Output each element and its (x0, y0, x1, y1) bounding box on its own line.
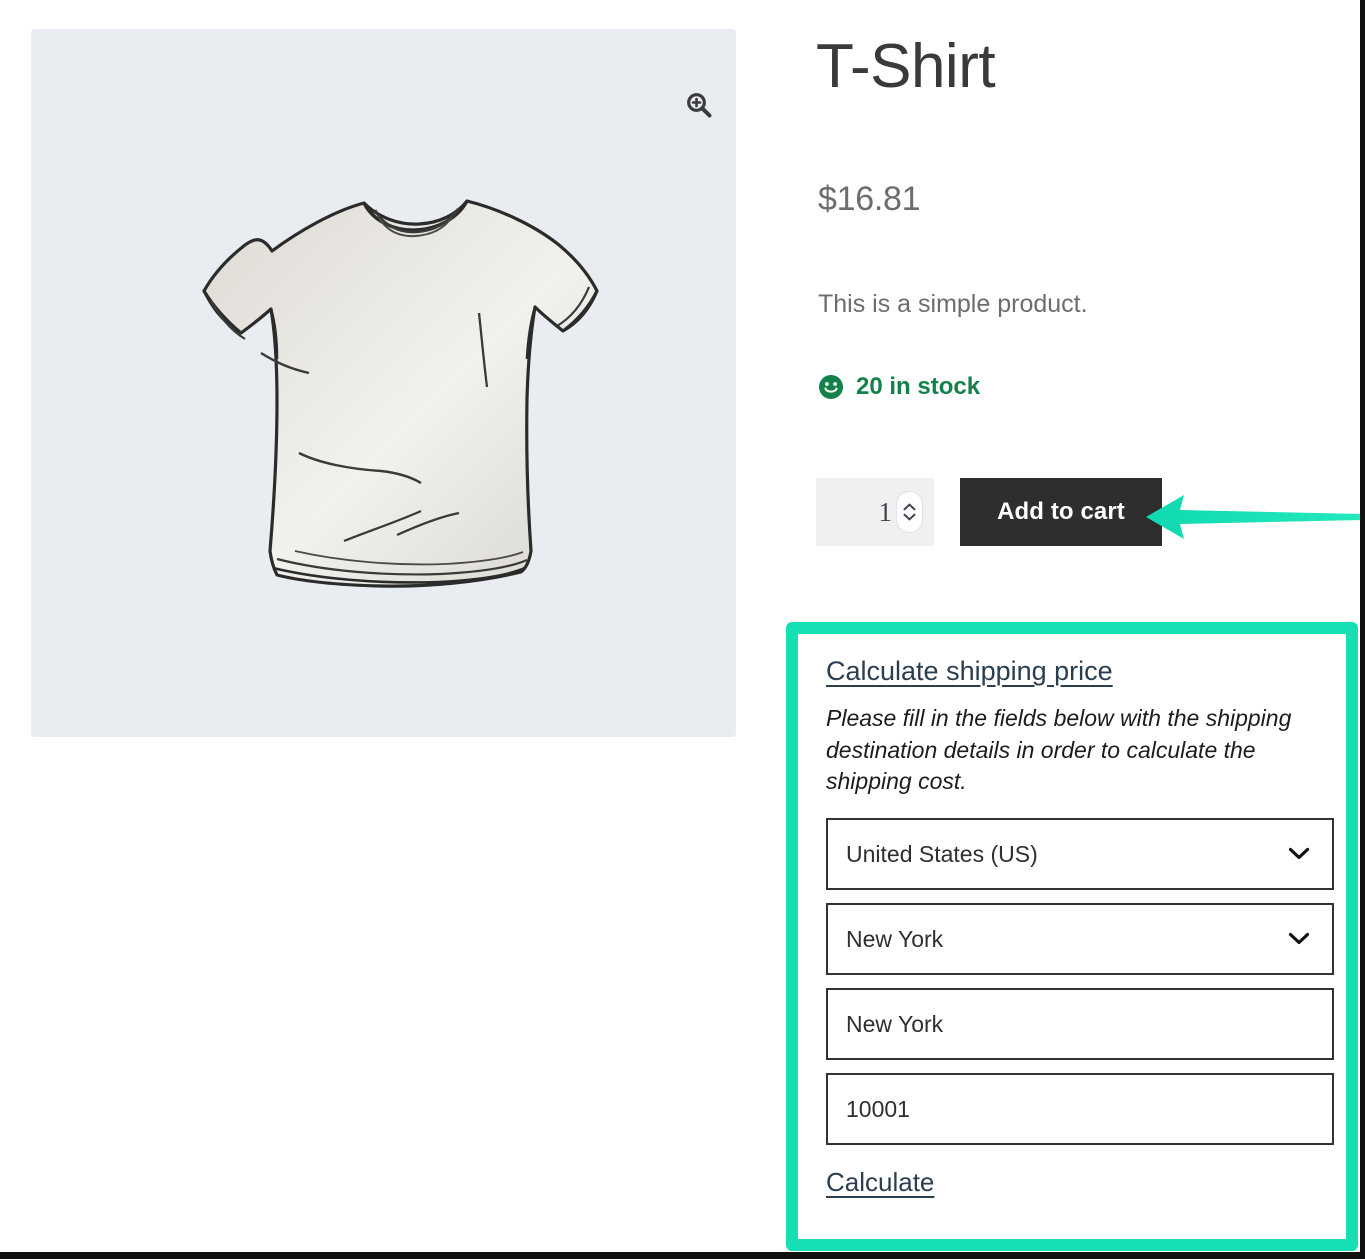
add-to-cart-button[interactable]: Add to cart (960, 478, 1162, 546)
chevron-down-icon (1288, 933, 1310, 945)
postcode-input[interactable]: 10001 (826, 1073, 1334, 1146)
postcode-input-value: 10001 (846, 1095, 910, 1122)
image-zoom-button[interactable] (681, 87, 717, 123)
product-page: T-Shirt $16.81 This is a simple product.… (0, 0, 1365, 1259)
product-gallery (31, 29, 736, 737)
smiley-face-icon (819, 375, 843, 399)
calculate-button[interactable]: Calculate (826, 1167, 934, 1198)
state-select[interactable]: New York (826, 903, 1334, 976)
stock-status-label: 20 in stock (856, 373, 981, 400)
window-frame-right-edge (1360, 0, 1365, 1259)
product-description: This is a simple product. (818, 290, 1088, 318)
quantity-stepper[interactable] (897, 492, 922, 532)
product-price: $16.81 (818, 180, 921, 218)
country-select[interactable]: United States (US) (826, 818, 1334, 891)
chevron-down-icon (1288, 848, 1310, 860)
quantity-value: 1 (878, 496, 893, 527)
t-shirt-sketch-illustration (201, 199, 599, 588)
stock-status: 20 in stock (818, 373, 980, 401)
chevron-up-icon[interactable] (903, 503, 916, 511)
calculate-shipping-price-link[interactable]: Calculate shipping price (826, 656, 1113, 687)
add-to-cart-form: 1 Add to cart (816, 478, 1162, 546)
quantity-field[interactable]: 1 (816, 478, 934, 546)
product-image[interactable] (31, 29, 736, 737)
city-input[interactable]: New York (826, 988, 1334, 1061)
chevron-down-icon[interactable] (903, 513, 916, 521)
magnifier-plus-icon (687, 93, 712, 118)
state-select-value: New York (846, 925, 944, 952)
window-frame-bottom-edge (0, 1252, 1365, 1259)
city-input-value: New York (846, 1010, 944, 1037)
shipping-instructions: Please fill in the fields below with the… (826, 705, 1292, 795)
page-title: T-Shirt (816, 32, 996, 101)
country-select-value: United States (US) (846, 840, 1038, 867)
shipping-calculator-panel: Calculate shipping price Please fill in … (786, 622, 1358, 1251)
